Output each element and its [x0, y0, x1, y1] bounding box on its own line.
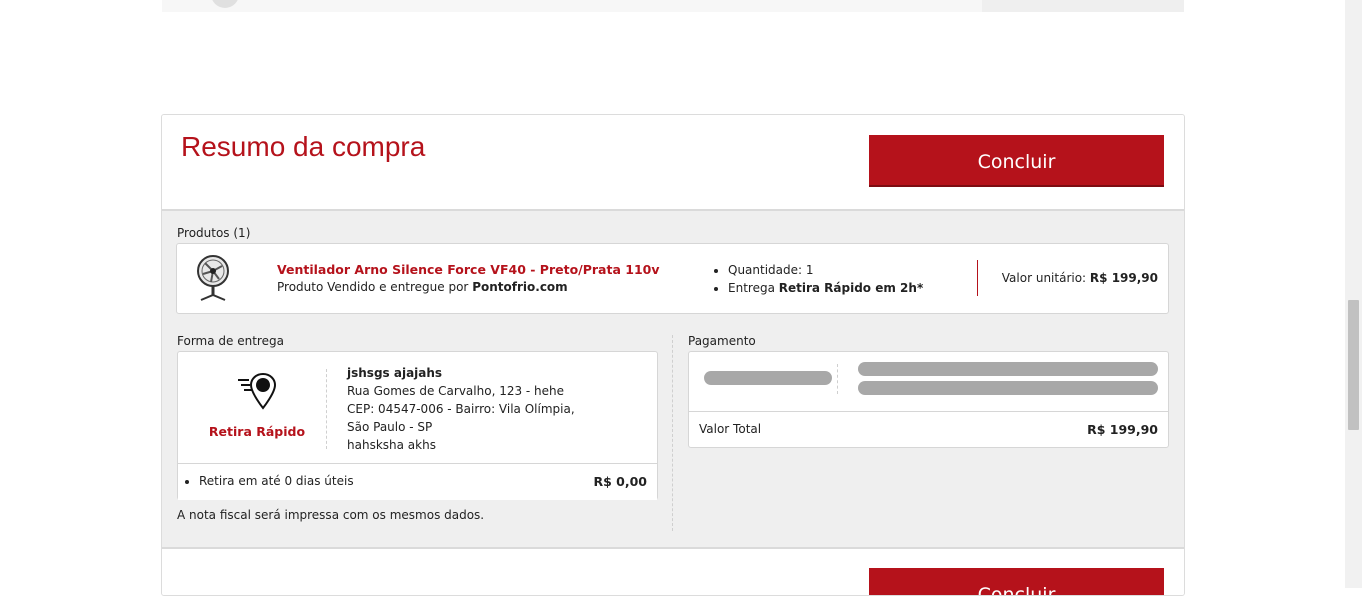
delivery-type-label: Retira Rápido: [208, 424, 306, 439]
product-divider: [977, 260, 978, 296]
delivery-footer: Retira em até 0 dias úteis R$ 0,00: [178, 463, 657, 500]
address-line-4: hahsksha akhs: [347, 438, 436, 452]
address-line-3: São Paulo - SP: [347, 420, 433, 434]
radio-indicator: [211, 0, 239, 8]
page-scrollbar[interactable]: [1345, 0, 1362, 588]
previous-section-box: [982, 0, 1184, 12]
delivery-cost: R$ 0,00: [593, 474, 647, 489]
delivery-card: Retira Rápido jshsgs ajajahs Rua Gomes d…: [177, 351, 658, 500]
unit-price: Valor unitário: R$ 199,90: [1002, 271, 1158, 285]
products-label: Produtos (1): [177, 226, 251, 240]
product-name[interactable]: Ventilador Arno Silence Force VF40 - Pre…: [277, 262, 659, 277]
delivery-divider: [326, 369, 327, 449]
location-pin-icon: [238, 372, 277, 410]
delivery-deadline-list: Retira em até 0 dias úteis: [185, 474, 354, 488]
address-line-1: Rua Gomes de Carvalho, 123 - hehe: [347, 384, 565, 398]
product-delivery-mode: Entrega Retira Rápido em 2h*: [728, 279, 923, 297]
summary-title: Resumo da compra: [181, 131, 426, 162]
scrollbar-thumb[interactable]: [1348, 300, 1359, 430]
purchase-summary-panel: Resumo da compra Concluir Produtos (1) V…: [161, 114, 1185, 596]
product-seller: Produto Vendido e entregue por Pontofrio…: [277, 280, 568, 294]
seller-prefix: Produto Vendido e entregue por: [277, 280, 469, 294]
delivery-deadline: Retira em até 0 dias úteis: [199, 474, 354, 488]
summary-header: Resumo da compra Concluir: [162, 115, 1184, 211]
payment-skeleton-line-2: [858, 381, 1158, 395]
address-line-2: CEP: 04547-006 - Bairro: Vila Olímpia,: [347, 402, 575, 416]
delivery-mode: Retira Rápido em 2h*: [778, 281, 924, 295]
payment-method-area: [689, 352, 1168, 412]
total-label: Valor Total: [699, 422, 762, 436]
column-divider: [672, 335, 673, 531]
unit-price-value: R$ 199,90: [1089, 271, 1158, 285]
fan-icon: [197, 255, 229, 301]
delivery-address: jshsgs ajajahs Rua Gomes de Carvalho, 12…: [347, 364, 575, 454]
unit-price-label: Valor unitário:: [1001, 271, 1087, 285]
invoice-note: A nota fiscal será impressa com os mesmo…: [177, 508, 485, 522]
product-info-list: Quantidade: 1 Entrega Retira Rápido em 2…: [713, 261, 923, 297]
payment-divider: [837, 364, 838, 394]
seller-name: Pontofrio.com: [472, 280, 568, 294]
delivery-label: Forma de entrega: [177, 334, 284, 348]
payment-card: Valor Total R$ 199,90: [688, 351, 1169, 448]
delivery-prefix: Entrega: [728, 281, 775, 295]
payment-label: Pagamento: [688, 334, 756, 348]
product-quantity: Quantidade: 1: [728, 261, 923, 279]
conclude-button-bottom[interactable]: Concluir: [869, 568, 1164, 595]
address-name: jshsgs ajajahs: [347, 366, 443, 380]
payment-skeleton-line-1: [858, 362, 1158, 376]
total-value: R$ 199,90: [1087, 422, 1158, 437]
conclude-button[interactable]: Concluir: [869, 135, 1164, 187]
previous-section-strip: [162, 0, 1184, 12]
product-card: Ventilador Arno Silence Force VF40 - Pre…: [176, 243, 1169, 314]
payment-skeleton-method: [704, 371, 832, 385]
